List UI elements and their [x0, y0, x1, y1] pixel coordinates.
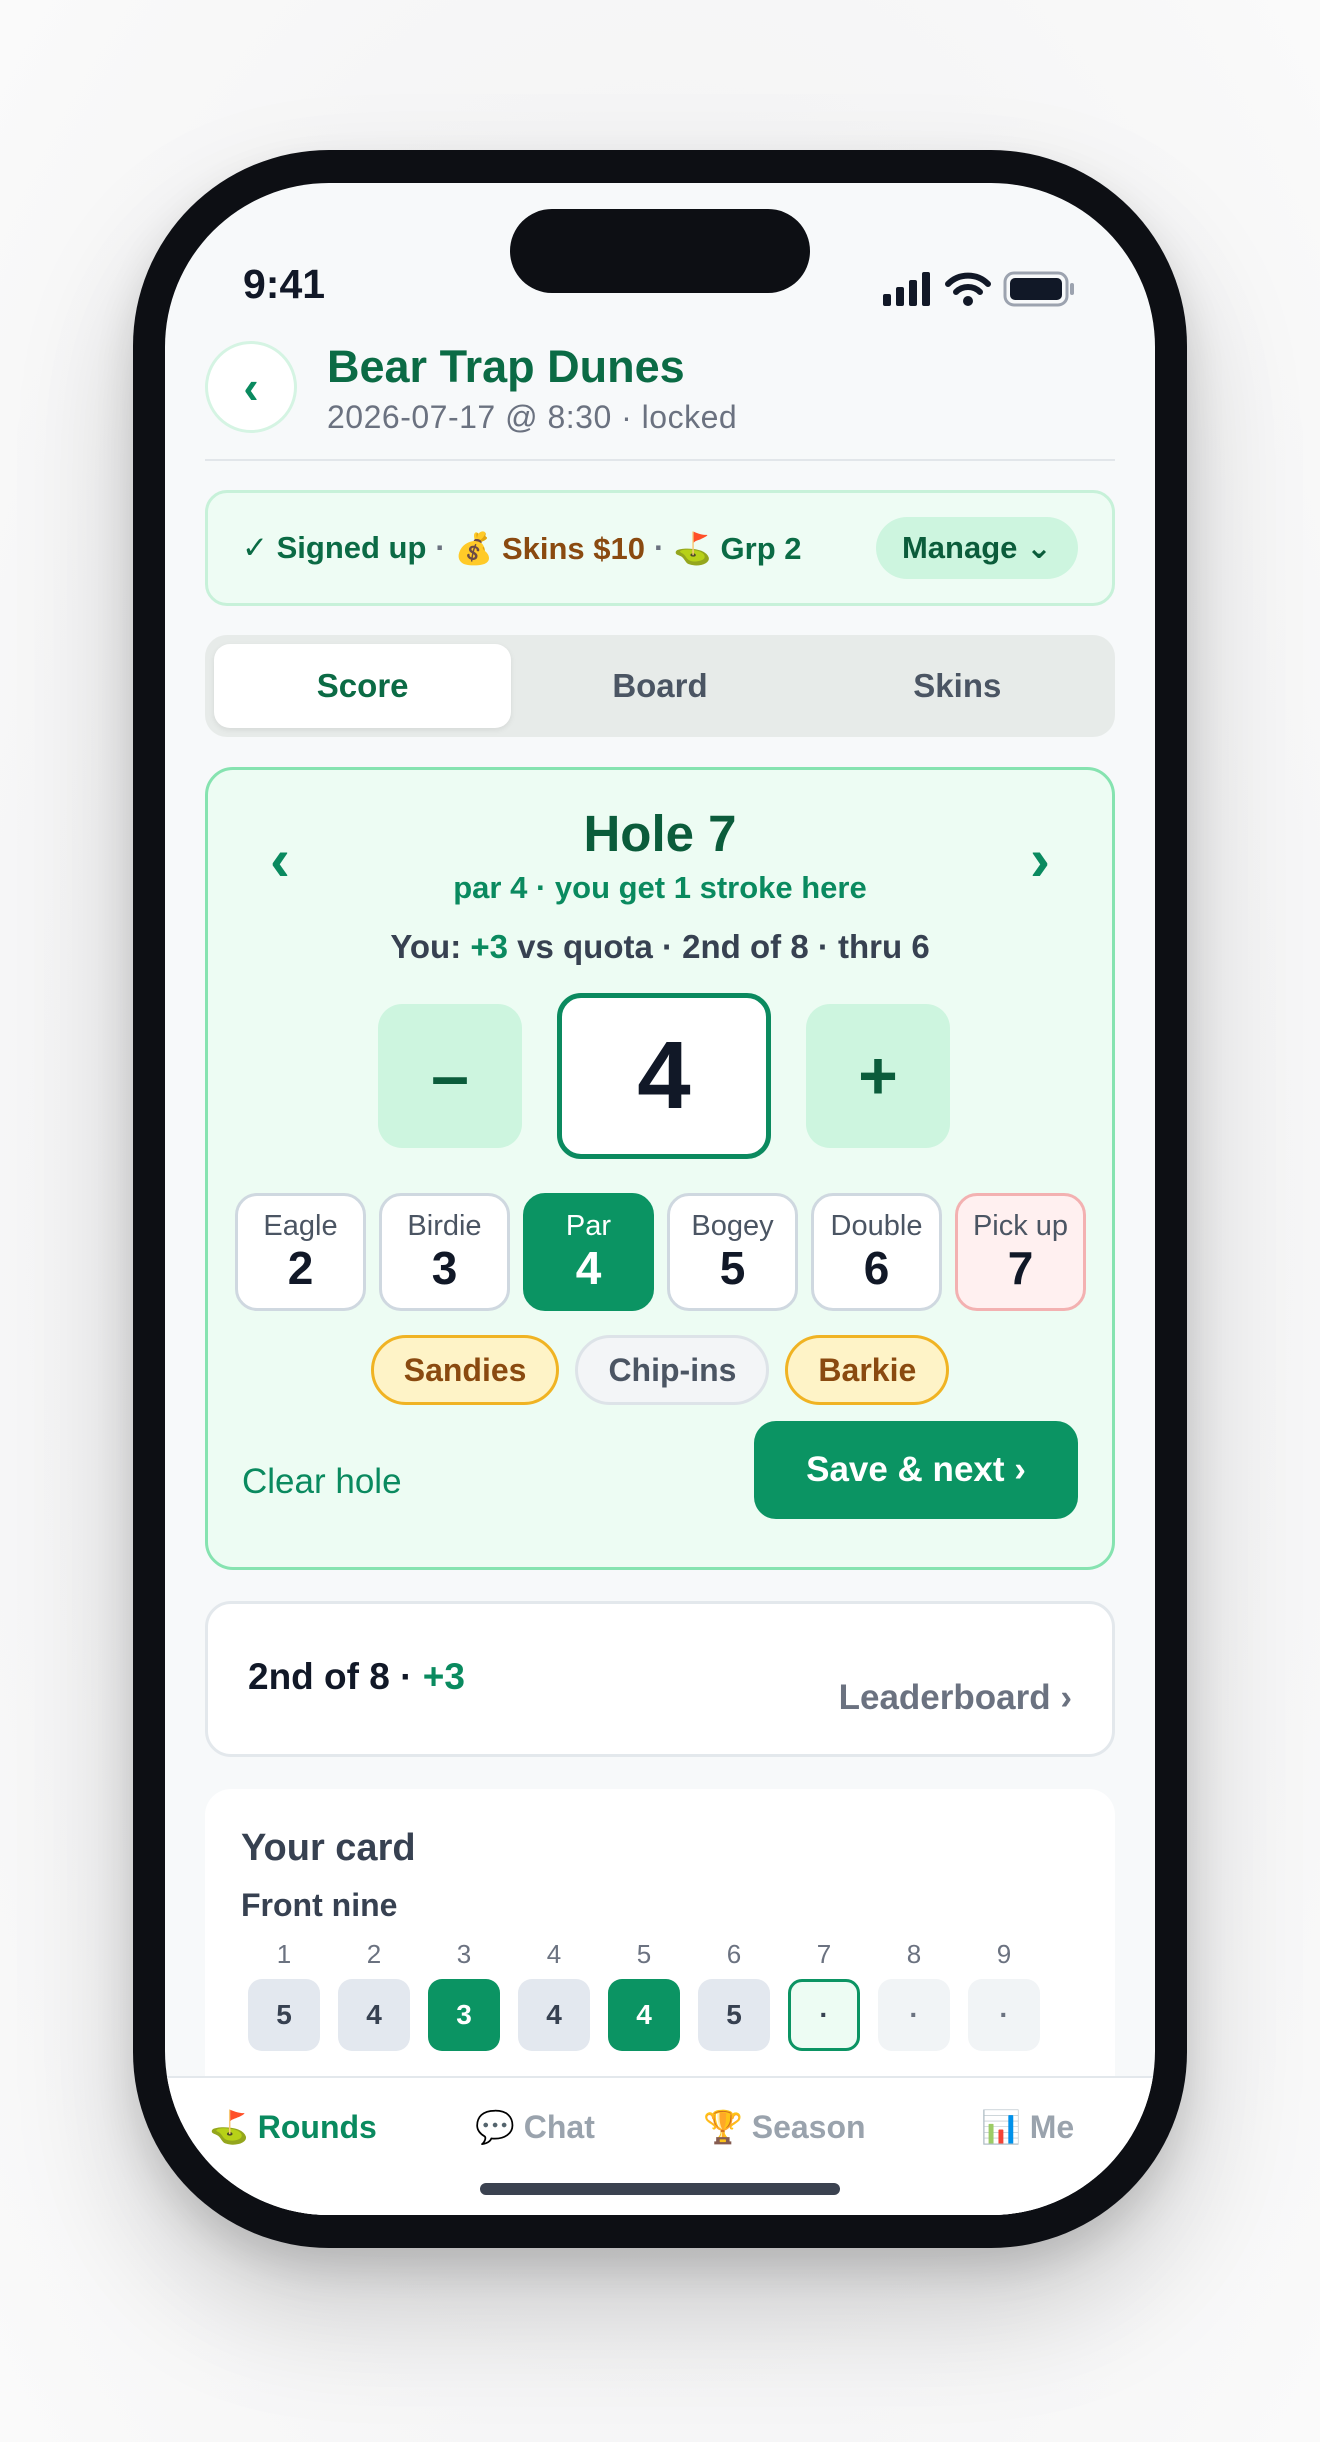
quick-birdie[interactable]: Birdie 3 — [379, 1193, 510, 1311]
save-next-button[interactable]: Save & next › — [754, 1421, 1078, 1519]
hole-score: 5 — [698, 1979, 770, 2051]
quick-par[interactable]: Par 4 — [523, 1193, 654, 1311]
hole-score: 5 — [248, 1979, 320, 2051]
hole-par-info: par 4 · you get 1 stroke here — [453, 870, 867, 905]
hole-entry-card: ‹ › Hole 7 par 4 · you get 1 stroke here… — [205, 767, 1115, 1570]
quick-label: Pick up — [972, 1210, 1069, 1243]
chip-barkie[interactable]: Barkie — [785, 1335, 950, 1405]
hole-score: · — [968, 1979, 1040, 2051]
clear-hole-link[interactable]: Clear hole — [242, 1462, 402, 1502]
quick-label: Birdie — [407, 1210, 482, 1243]
quick-value: 2 — [287, 1242, 314, 1295]
hole-column[interactable]: 7 · — [788, 1939, 860, 2051]
front-nine-grid: 15 24 33 44 54 65 7 · 8 · 9 · — [248, 1939, 1040, 2051]
signed-up-status: ✓ Signed up — [242, 530, 427, 565]
hole-number: 5 — [636, 1939, 652, 1969]
quick-value: 3 — [431, 1242, 458, 1295]
hole-number: 6 — [726, 1939, 742, 1969]
standing-summary: 2nd of 8 · +3 — [248, 1656, 465, 1698]
hole-number: 9 — [996, 1939, 1012, 1969]
quick-label: Double — [830, 1210, 923, 1243]
skins-status: 💰 Skins $10 — [454, 530, 646, 566]
manage-button[interactable]: Manage ⌄ — [875, 517, 1078, 579]
quick-score-row: Eagle 2 Birdie 3 Par 4 Bogey 5 Double 6 Pick … — [235, 1193, 1086, 1311]
hole-column[interactable]: 24 — [338, 1939, 410, 2051]
standing-place: 2nd of 8 · — [248, 1656, 423, 1697]
quick-value: 7 — [1007, 1242, 1034, 1295]
quick-pick-up[interactable]: Pick up 7 — [955, 1193, 1086, 1311]
quick-value: 5 — [719, 1242, 746, 1295]
home-indicator[interactable] — [480, 2183, 840, 2195]
course-title: Bear Trap Dunes — [327, 341, 685, 392]
hole-column[interactable]: 15 — [248, 1939, 320, 2051]
hole-score: 3 — [428, 1979, 500, 2051]
wifi-icon — [945, 272, 991, 306]
hole-score-current: · — [788, 1979, 860, 2051]
decrement-button[interactable]: – — [378, 1004, 522, 1148]
dynamic-island — [510, 209, 810, 293]
hole-column[interactable]: 54 — [608, 1939, 680, 2051]
hole-score: 4 — [518, 1979, 590, 2051]
group-status: ⛳ Grp 2 — [673, 530, 802, 566]
standing-card[interactable]: 2nd of 8 · +3 Leaderboard › — [205, 1601, 1115, 1757]
round-header: ‹ Bear Trap Dunes 2026-07-17 @ 8:30 · lo… — [205, 341, 1115, 461]
quick-value: 6 — [863, 1242, 890, 1295]
hole-title: Hole 7 — [583, 805, 737, 862]
header-divider — [205, 459, 1115, 461]
quick-eagle[interactable]: Eagle 2 — [235, 1193, 366, 1311]
hole-number: 3 — [456, 1939, 472, 1969]
battery-icon — [1003, 271, 1074, 307]
hole-number: 4 — [546, 1939, 562, 1969]
signup-banner: ✓ Signed up · 💰 Skins $10 · ⛳ Grp 2 Mana… — [205, 490, 1115, 606]
hole-column[interactable]: 8 · — [878, 1939, 950, 2051]
tab-score[interactable]: Score — [214, 644, 512, 728]
hole-column[interactable]: 44 — [518, 1939, 590, 2051]
hole-score: · — [878, 1979, 950, 2051]
hole-score: 4 — [338, 1979, 410, 2051]
tab-skins[interactable]: Skins — [809, 644, 1106, 728]
segmented-tabs: Score Board Skins — [205, 635, 1115, 737]
score-value[interactable]: 4 — [557, 993, 771, 1159]
tabbar-chat[interactable]: 💬 Chat — [475, 2108, 595, 2146]
hole-column[interactable]: 9 · — [968, 1939, 1040, 2051]
hole-number: 7 — [816, 1939, 832, 1969]
separator: · — [654, 530, 665, 565]
status-icons — [883, 271, 1077, 307]
front-nine-label: Front nine — [241, 1887, 398, 1923]
quota-status: You: +3 vs quota · 2nd of 8 · thru 6 — [208, 928, 1112, 966]
hole-column[interactable]: 33 — [428, 1939, 500, 2051]
tabbar-season[interactable]: 🏆 Season — [703, 2108, 866, 2146]
status-time: 9:41 — [243, 261, 326, 307]
hole-number: 8 — [906, 1939, 922, 1969]
quick-bogey[interactable]: Bogey 5 — [667, 1193, 798, 1311]
quota-prefix: You: — [390, 928, 471, 965]
your-card-title: Your card — [241, 1827, 416, 1869]
round-subtitle: 2026-07-17 @ 8:30 · locked — [327, 399, 738, 435]
tabbar-me[interactable]: 📊 Me — [981, 2108, 1074, 2146]
quick-label: Eagle — [263, 1210, 338, 1243]
chip-chip-ins[interactable]: Chip-ins — [575, 1335, 770, 1405]
chip-sandies[interactable]: Sandies — [370, 1335, 560, 1405]
separator: · — [435, 530, 446, 565]
cellular-signal-icon — [883, 272, 930, 306]
quota-value: +3 — [470, 928, 508, 965]
quick-value: 4 — [575, 1242, 602, 1295]
quick-label: Par — [565, 1210, 612, 1243]
back-button[interactable]: ‹ — [205, 341, 297, 433]
tab-board[interactable]: Board — [511, 644, 808, 728]
dots-chips: Sandies Chip-ins Barkie — [208, 1335, 1112, 1405]
tabbar-rounds[interactable]: ⛳ Rounds — [209, 2108, 377, 2146]
hole-column[interactable]: 65 — [698, 1939, 770, 2051]
quick-label: Bogey — [691, 1210, 774, 1243]
hole-number: 1 — [276, 1939, 292, 1969]
hole-number: 2 — [366, 1939, 382, 1969]
hole-score: 4 — [608, 1979, 680, 2051]
increment-button[interactable]: + — [806, 1004, 950, 1148]
screen: 9:41 ‹ Bear Trap Dunes 2026-07-17 @ 8:30… — [165, 183, 1155, 2215]
quick-double[interactable]: Double 6 — [811, 1193, 942, 1311]
standing-score: +3 — [422, 1656, 465, 1697]
chevron-left-icon: ‹ — [243, 361, 259, 413]
quota-suffix: vs quota · 2nd of 8 · thru 6 — [507, 928, 930, 965]
leaderboard-link[interactable]: Leaderboard › — [839, 1678, 1072, 1718]
